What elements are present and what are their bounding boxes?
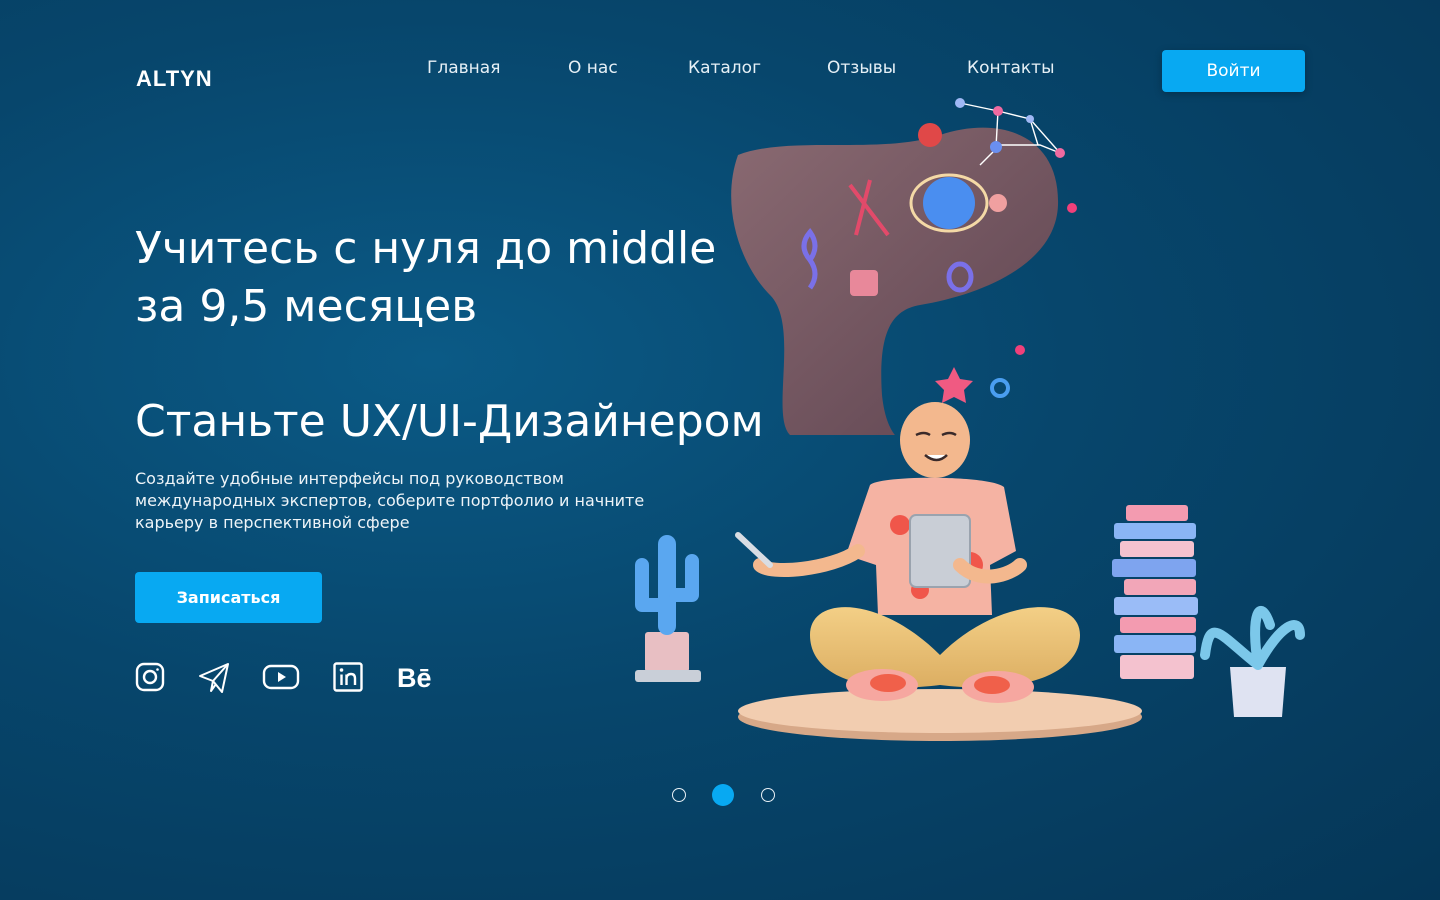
books-stack [1112, 505, 1198, 679]
nav-item-about[interactable]: О нас [568, 58, 618, 78]
behance-icon[interactable]: Bē [397, 663, 432, 693]
nav-item-catalog[interactable]: Каталог [688, 58, 761, 78]
carousel-dot-3[interactable] [761, 788, 775, 802]
login-button[interactable]: Войти [1162, 50, 1305, 92]
pants-shape [810, 607, 1080, 688]
telegram-icon[interactable] [198, 662, 230, 698]
tablet-shape [909, 514, 971, 588]
carousel-dot-1[interactable] [672, 788, 686, 802]
youtube-icon[interactable] [262, 662, 300, 696]
signup-button[interactable]: Записаться [135, 572, 322, 623]
nav-item-home[interactable]: Главная [427, 58, 500, 78]
logo[interactable]: ALTYN [136, 66, 213, 92]
cactus-plant [635, 535, 701, 682]
nav-item-contacts[interactable]: Контакты [967, 58, 1055, 78]
hero-description: Создайте удобные интерфейсы под руководс… [135, 469, 645, 532]
nav-item-reviews[interactable]: Отзывы [827, 58, 896, 78]
instagram-icon[interactable] [135, 662, 165, 696]
hero-headline-line2: за 9,5 месяцев [135, 281, 478, 332]
carousel-dot-2[interactable] [712, 784, 734, 806]
potted-plant [1200, 606, 1305, 717]
linkedin-icon[interactable] [333, 662, 363, 696]
hero-illustration [635, 98, 1305, 741]
